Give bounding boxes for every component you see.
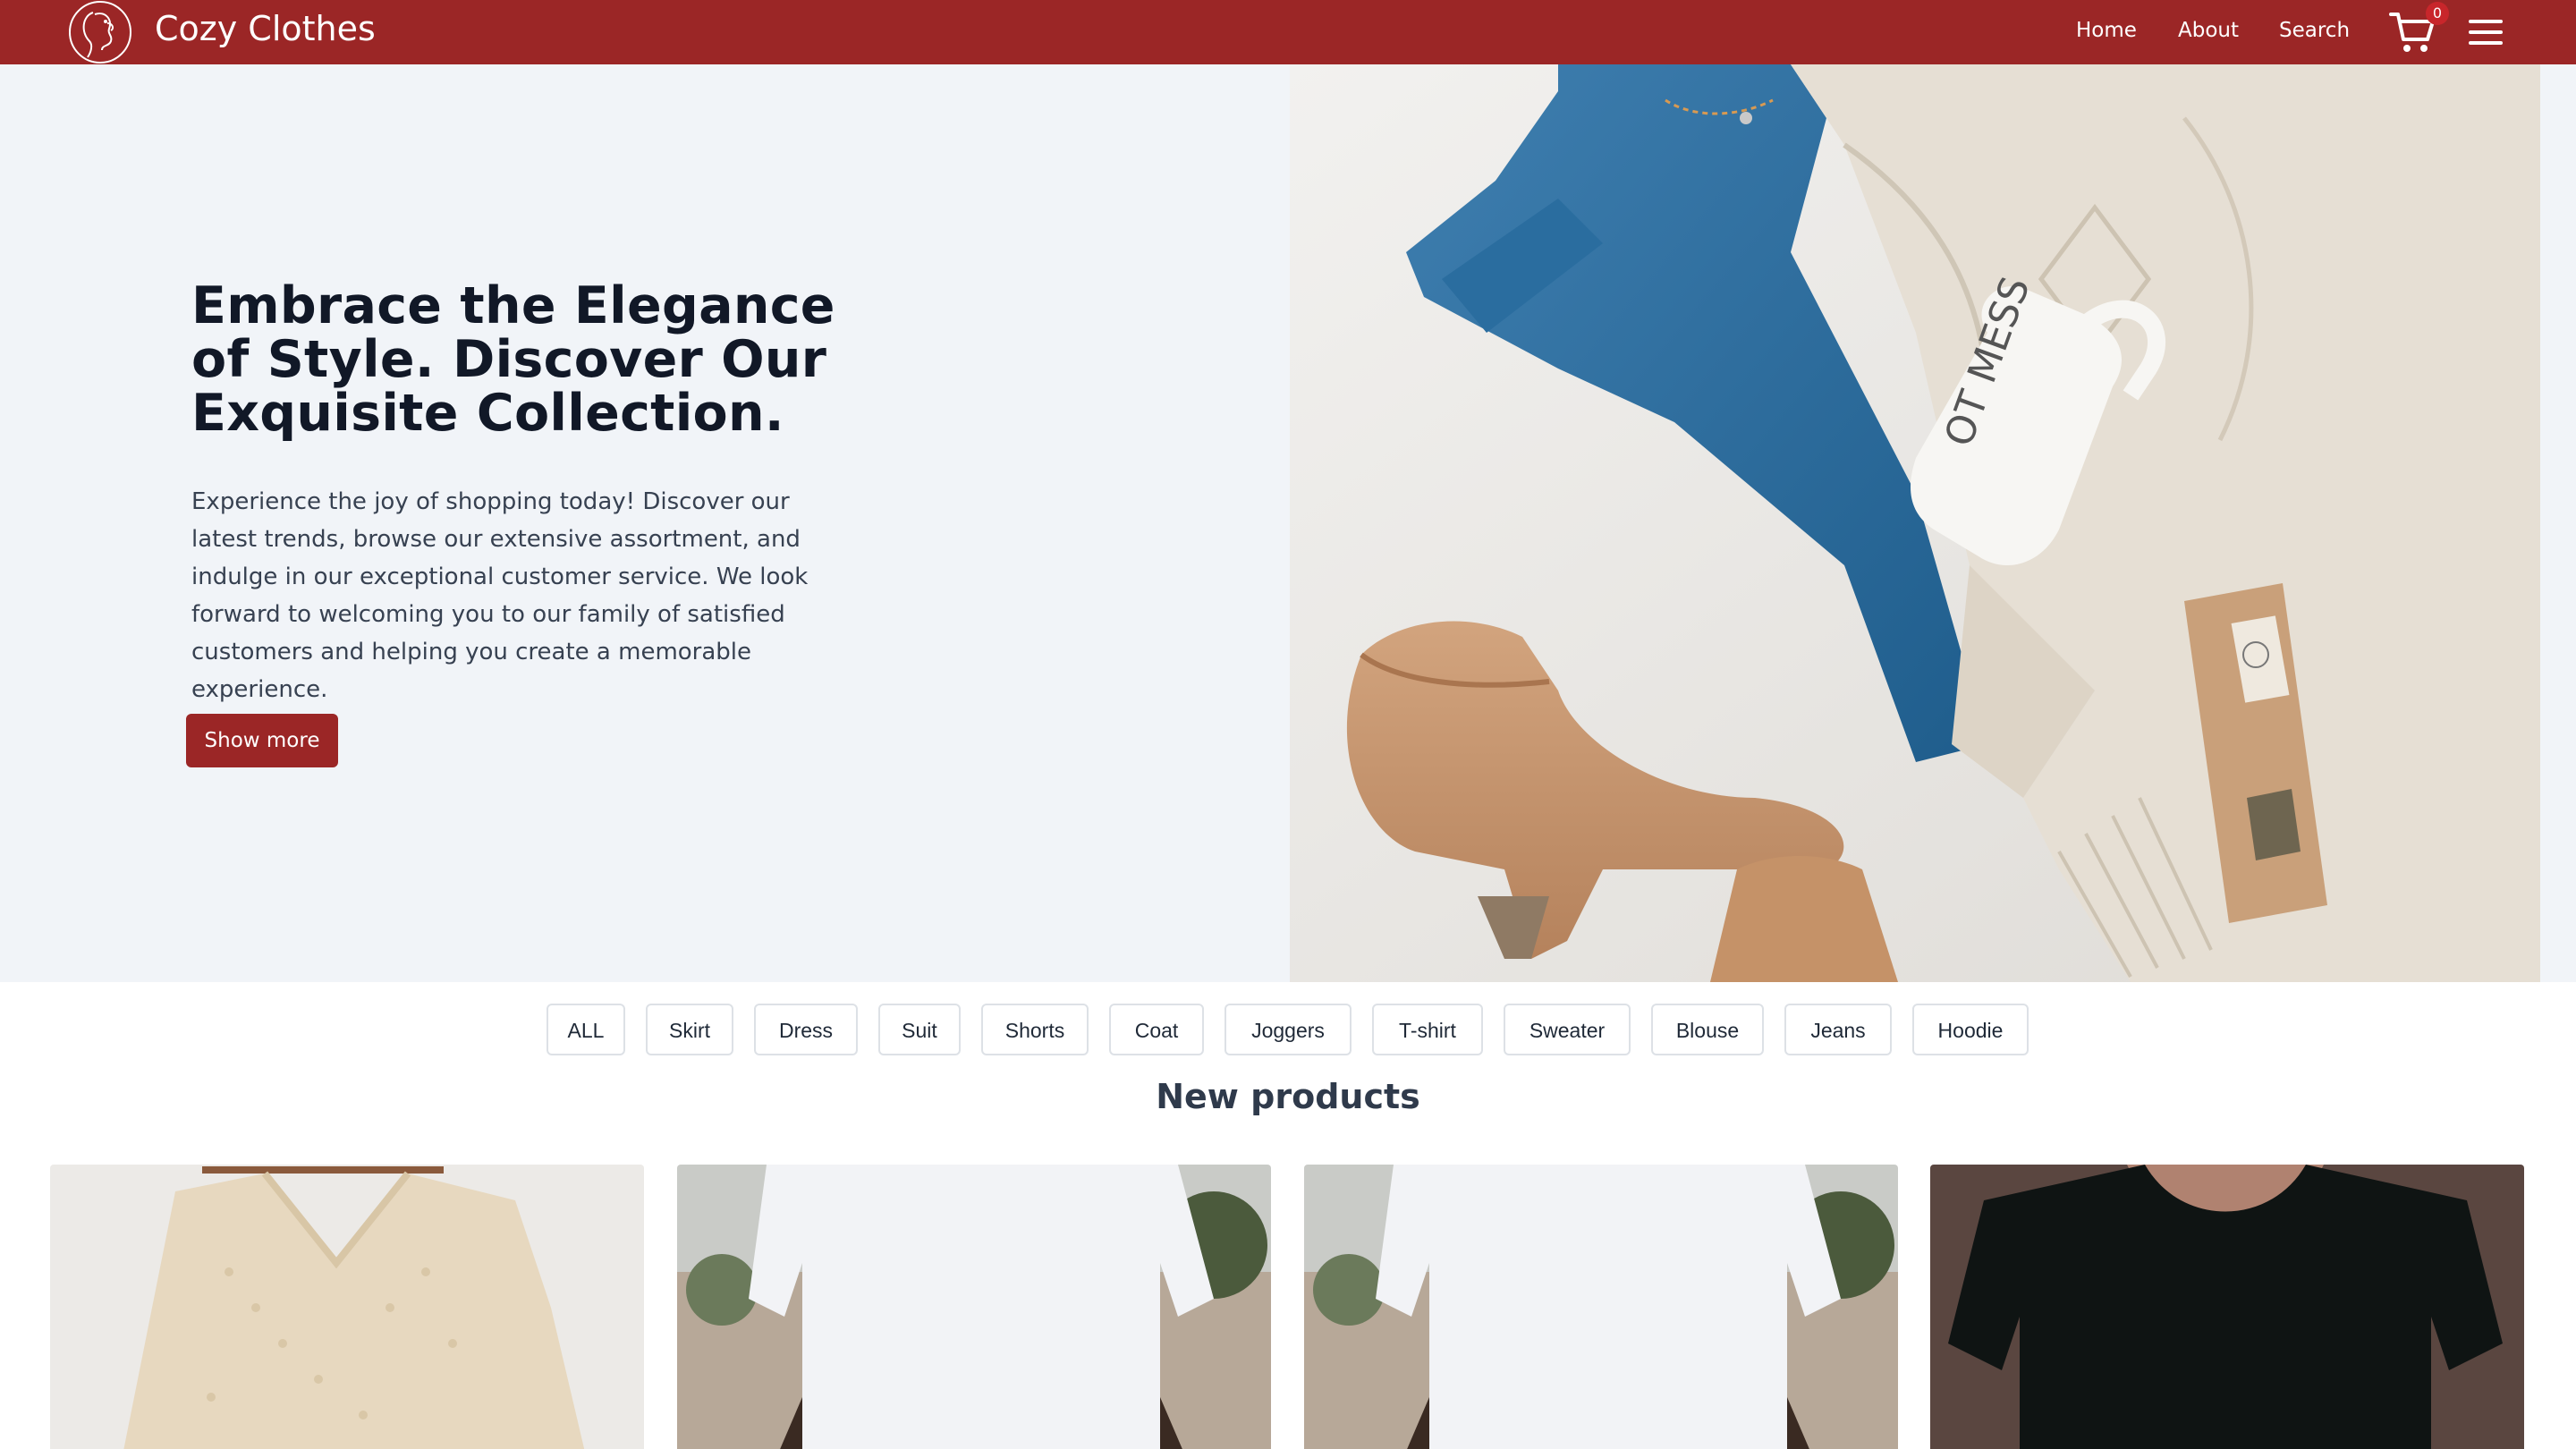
category-chip-suit[interactable]: Suit xyxy=(878,1004,961,1055)
category-chip-hoodie[interactable]: Hoodie xyxy=(1912,1004,2029,1055)
hero-title: Embrace the Elegance of Style. Discover … xyxy=(191,276,835,443)
category-chip-dress[interactable]: Dress xyxy=(754,1004,858,1055)
category-chip-skirt[interactable]: Skirt xyxy=(646,1004,733,1055)
category-chip-tshirt[interactable]: T-shirt xyxy=(1372,1004,1483,1055)
product-card-black-tshirt[interactable] xyxy=(1930,1165,2524,1449)
category-chip-shorts[interactable]: Shorts xyxy=(981,1004,1089,1055)
nav-link-about[interactable]: About xyxy=(2178,13,2239,48)
nav-link-home[interactable]: Home xyxy=(2076,13,2137,48)
category-chip-blouse[interactable]: Blouse xyxy=(1651,1004,1764,1055)
category-chip-jeans[interactable]: Jeans xyxy=(1784,1004,1892,1055)
category-chip-joggers[interactable]: Joggers xyxy=(1224,1004,1352,1055)
top-navbar: Cozy Clothes Home About Search 0 xyxy=(0,0,2576,64)
cart-count-badge: 0 xyxy=(2426,2,2449,25)
product-card-white-tshirt-2[interactable] xyxy=(1304,1165,1898,1449)
category-chip-sweater[interactable]: Sweater xyxy=(1504,1004,1631,1055)
logo-icon[interactable] xyxy=(66,0,134,64)
hero-description: Experience the joy of shopping today! Di… xyxy=(191,488,809,703)
section-title-new-products: New products xyxy=(1156,1077,1420,1116)
category-chip-coat[interactable]: Coat xyxy=(1109,1004,1204,1055)
menu-icon[interactable] xyxy=(2469,18,2504,47)
hero-image: OT MESS xyxy=(1290,64,2540,982)
product-card-sweater[interactable] xyxy=(50,1165,644,1449)
category-chip-all[interactable]: ALL xyxy=(547,1004,625,1055)
category-filters: ALL Skirt Dress Suit Shorts Coat Joggers… xyxy=(0,1004,2576,1057)
show-more-button[interactable]: Show more xyxy=(186,714,338,767)
brand-name[interactable]: Cozy Clothes xyxy=(155,5,376,52)
nav-link-search[interactable]: Search xyxy=(2279,13,2350,48)
product-card-white-tshirt-1[interactable] xyxy=(677,1165,1271,1449)
